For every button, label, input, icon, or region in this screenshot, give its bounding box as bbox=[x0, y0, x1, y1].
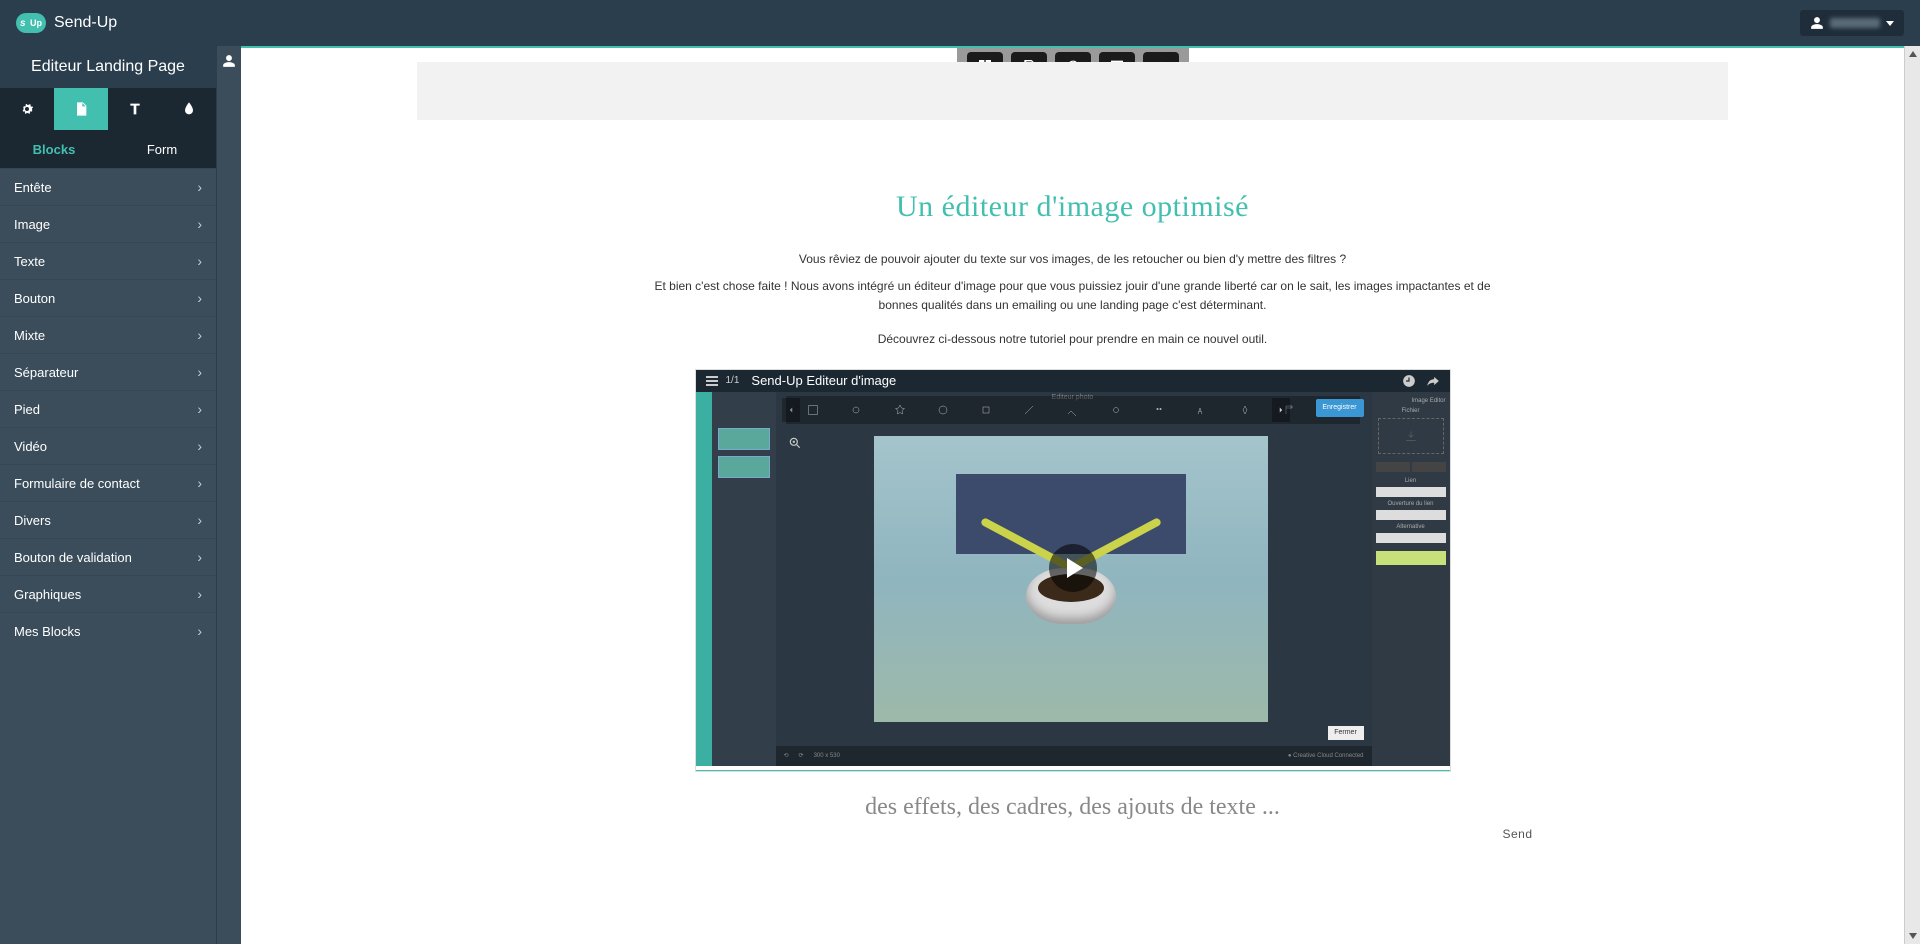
menu-item-mesblocks[interactable]: Mes Blocks› bbox=[0, 612, 216, 649]
user-name-blurred bbox=[1830, 18, 1880, 28]
tool-tab-theme[interactable] bbox=[162, 88, 216, 130]
chevron-right-icon: › bbox=[197, 216, 202, 232]
chevron-right-icon: › bbox=[197, 586, 202, 602]
menu-item-graphiques[interactable]: Graphiques› bbox=[0, 575, 216, 612]
play-button[interactable] bbox=[1049, 544, 1097, 592]
watch-later-icon[interactable] bbox=[1402, 374, 1416, 388]
editor-right-panel: Image Editor Fichier Lien Ouverture du l… bbox=[1372, 392, 1450, 766]
user-menu[interactable] bbox=[1800, 10, 1904, 36]
editor-save-button: Enregistrer bbox=[1316, 399, 1364, 417]
menu-item-separateur[interactable]: Séparateur› bbox=[0, 353, 216, 390]
chevron-right-icon: › bbox=[197, 290, 202, 306]
user-icon bbox=[222, 54, 236, 68]
profile-tab[interactable] bbox=[216, 46, 241, 944]
tool-tabs bbox=[0, 88, 216, 130]
sidebar-menu: Entête› Image› Texte› Bouton› Mixte› Sép… bbox=[0, 168, 216, 649]
main-scrollbar[interactable] bbox=[1904, 46, 1920, 944]
chevron-right-icon: › bbox=[197, 512, 202, 528]
brand: Send-Up bbox=[16, 13, 117, 33]
gray-band-placeholder bbox=[417, 62, 1728, 120]
chevron-right-icon: › bbox=[197, 327, 202, 343]
content-paragraph-2: Et bien c'est chose faite ! Nous avons i… bbox=[643, 277, 1503, 315]
video-topbar: 1/1 Send-Up Editeur d'image bbox=[696, 370, 1450, 392]
sidebar-subtabs: Blocks Form bbox=[0, 130, 216, 168]
tool-tab-page[interactable] bbox=[54, 88, 108, 130]
menu-item-validation[interactable]: Bouton de validation› bbox=[0, 538, 216, 575]
chevron-right-icon: › bbox=[197, 364, 202, 380]
content-block: Un éditeur d'image optimisé Vous rêviez … bbox=[603, 190, 1543, 841]
brand-text: Send-Up bbox=[54, 14, 117, 32]
canvas-top-border bbox=[241, 46, 1904, 62]
chevron-right-icon: › bbox=[197, 179, 202, 195]
chevron-right-icon: › bbox=[197, 253, 202, 269]
editor-close-button: Fermer bbox=[1328, 726, 1364, 740]
content-paragraph-3: Découvrez ci-dessous notre tutoriel pour… bbox=[643, 330, 1503, 349]
video-embed: 1/1 Send-Up Editeur d'image Editeur phot… bbox=[695, 369, 1451, 772]
topbar: Send-Up bbox=[0, 0, 1920, 46]
chevron-right-icon: › bbox=[197, 401, 202, 417]
chevron-right-icon: › bbox=[197, 623, 202, 639]
share-icon[interactable] bbox=[1426, 374, 1440, 388]
user-icon bbox=[1810, 16, 1824, 30]
playlist-icon[interactable] bbox=[706, 376, 718, 386]
menu-item-mixte[interactable]: Mixte› bbox=[0, 316, 216, 353]
chevron-right-icon: › bbox=[197, 438, 202, 454]
brand-logo bbox=[16, 13, 46, 33]
droplet-icon bbox=[181, 101, 197, 117]
text-icon bbox=[127, 101, 143, 117]
scroll-up-arrow[interactable] bbox=[1905, 46, 1920, 62]
subtab-form[interactable]: Form bbox=[108, 130, 216, 168]
tool-tab-text[interactable] bbox=[108, 88, 162, 130]
sidebar: Editeur Landing Page Blocks Form Entête›… bbox=[0, 46, 216, 944]
scroll-down-arrow[interactable] bbox=[1905, 928, 1920, 944]
footer-brand: Send bbox=[603, 821, 1543, 841]
menu-item-texte[interactable]: Texte› bbox=[0, 242, 216, 279]
menu-item-image[interactable]: Image› bbox=[0, 205, 216, 242]
content-tagline: des effets, des cadres, des ajouts de te… bbox=[603, 794, 1543, 821]
editor-zoom-icon bbox=[788, 436, 802, 455]
menu-item-formulaire[interactable]: Formulaire de contact› bbox=[0, 464, 216, 501]
content-paragraph-1: Vous rêviez de pouvoir ajouter du texte … bbox=[643, 250, 1503, 269]
caret-down-icon bbox=[1886, 21, 1894, 26]
page-icon bbox=[73, 101, 89, 117]
video-counter: 1/1 bbox=[726, 375, 740, 386]
chevron-right-icon: › bbox=[197, 475, 202, 491]
gear-icon bbox=[19, 101, 35, 117]
menu-item-bouton[interactable]: Bouton› bbox=[0, 279, 216, 316]
chevron-right-icon: › bbox=[197, 549, 202, 565]
canvas-area: Un éditeur d'image optimisé Vous rêviez … bbox=[241, 46, 1904, 944]
menu-item-video[interactable]: Vidéo› bbox=[0, 427, 216, 464]
subtab-blocks[interactable]: Blocks bbox=[0, 130, 108, 168]
editor-nav-right bbox=[1272, 398, 1290, 422]
sidebar-title: Editeur Landing Page bbox=[0, 46, 216, 88]
tool-tab-settings[interactable] bbox=[0, 88, 54, 130]
video-title: Send-Up Editeur d'image bbox=[751, 373, 896, 388]
menu-item-pied[interactable]: Pied› bbox=[0, 390, 216, 427]
content-heading: Un éditeur d'image optimisé bbox=[603, 190, 1543, 224]
menu-item-divers[interactable]: Divers› bbox=[0, 501, 216, 538]
menu-item-entete[interactable]: Entête› bbox=[0, 168, 216, 205]
